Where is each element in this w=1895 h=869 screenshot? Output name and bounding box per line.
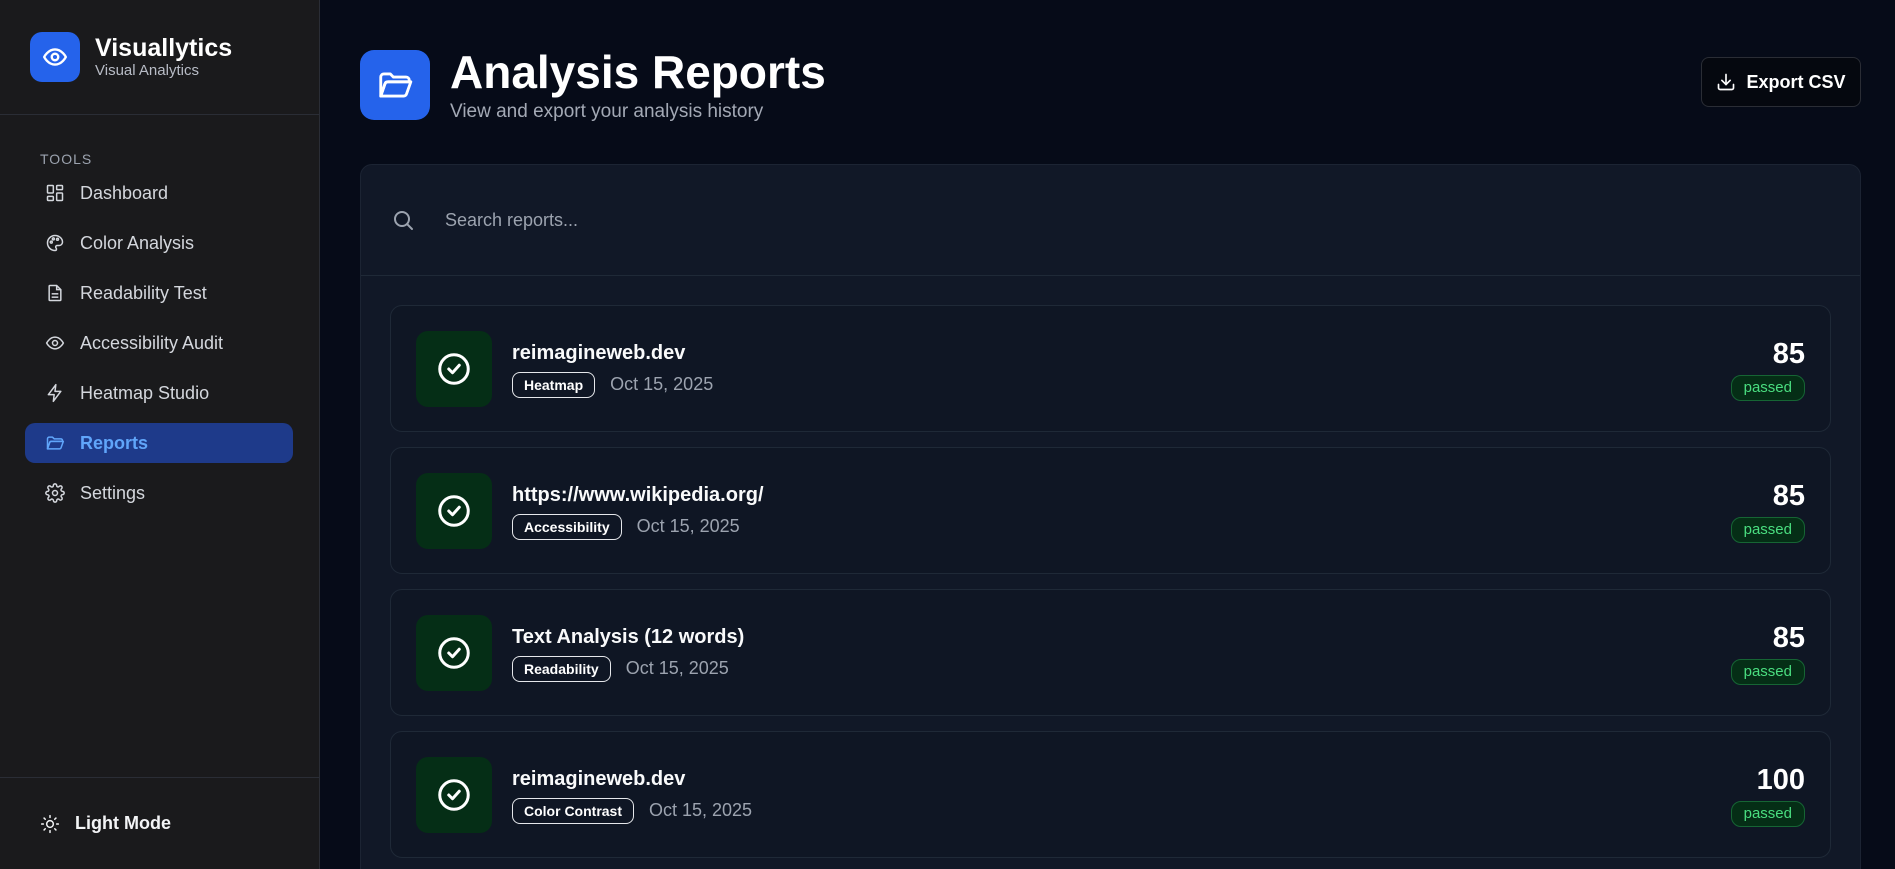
folder-icon xyxy=(46,436,65,450)
sidebar-item-label: Readability Test xyxy=(80,282,207,303)
download-icon xyxy=(1718,73,1735,91)
report-score: 85 xyxy=(1772,479,1805,512)
sidebar-nav: Dashboard Color Analysis Readability Tes… xyxy=(0,173,319,523)
sidebar: Visuallytics Visual Analytics TOOLS Dash… xyxy=(0,0,320,869)
sidebar-item-heatmap-studio[interactable]: Heatmap Studio xyxy=(25,373,293,413)
status-badge: passed xyxy=(1730,658,1805,685)
eye-icon xyxy=(45,336,65,350)
report-type-tag: Accessibility xyxy=(512,513,622,540)
check-circle-icon xyxy=(416,756,492,833)
search-icon xyxy=(394,211,413,230)
status-badge: passed xyxy=(1730,800,1805,827)
sidebar-item-label: Reports xyxy=(80,432,149,453)
check-circle-icon xyxy=(416,472,492,549)
sidebar-item-color-analysis[interactable]: Color Analysis xyxy=(25,223,293,263)
report-list: reimagineweb.dev Heatmap Oct 15, 2025 85… xyxy=(361,276,1860,858)
report-card[interactable]: reimagineweb.dev Heatmap Oct 15, 2025 85… xyxy=(390,305,1831,432)
sidebar-item-label: Heatmap Studio xyxy=(80,382,210,403)
report-score: 85 xyxy=(1772,337,1805,370)
brand-subtitle: Visual Analytics xyxy=(95,62,199,79)
report-type-tag: Heatmap xyxy=(512,371,596,398)
document-icon xyxy=(48,284,62,302)
folder-icon xyxy=(360,50,430,120)
sidebar-item-reports[interactable]: Reports xyxy=(25,423,293,463)
sidebar-item-accessibility-audit[interactable]: Accessibility Audit xyxy=(25,323,293,363)
report-date: Oct 15, 2025 xyxy=(636,516,740,536)
status-badge: passed xyxy=(1730,516,1805,543)
eye-icon xyxy=(30,32,80,82)
report-type-tag: Color Contrast xyxy=(512,797,634,824)
search-input[interactable] xyxy=(445,209,1045,231)
light-mode-label: Light Mode xyxy=(75,813,171,833)
brand-name: Visuallytics xyxy=(95,34,233,62)
check-circle-icon xyxy=(416,614,492,691)
report-card[interactable]: reimagineweb.dev Color Contrast Oct 15, … xyxy=(390,731,1831,858)
brand[interactable]: Visuallytics Visual Analytics xyxy=(0,0,319,115)
gear-icon xyxy=(45,483,65,503)
page-header: Analysis Reports View and export your an… xyxy=(360,46,826,124)
report-title: reimagineweb.dev xyxy=(512,341,686,364)
sidebar-item-label: Dashboard xyxy=(80,182,169,203)
report-type-tag: Readability xyxy=(512,655,611,682)
sidebar-item-label: Color Analysis xyxy=(80,232,195,253)
report-score: 100 xyxy=(1756,763,1805,796)
sidebar-item-settings[interactable]: Settings xyxy=(25,473,293,513)
sun-icon xyxy=(40,814,60,833)
report-title: https://www.wikipedia.org/ xyxy=(512,483,764,506)
page-title: Analysis Reports xyxy=(450,46,826,98)
section-label-tools: TOOLS xyxy=(40,151,93,167)
report-date: Oct 15, 2025 xyxy=(610,374,714,394)
search-bar xyxy=(361,165,1860,276)
reports-panel: reimagineweb.dev Heatmap Oct 15, 2025 85… xyxy=(360,164,1861,869)
report-title: reimagineweb.dev xyxy=(512,767,686,790)
report-title: Text Analysis (12 words) xyxy=(512,625,745,648)
export-csv-button[interactable]: Export CSV xyxy=(1701,57,1861,107)
sidebar-item-label: Settings xyxy=(80,482,146,503)
report-score: 85 xyxy=(1772,621,1805,654)
export-csv-label: Export CSV xyxy=(1746,71,1846,92)
sidebar-item-dashboard[interactable]: Dashboard xyxy=(25,173,293,213)
dashboard-icon xyxy=(46,184,64,202)
report-date: Oct 15, 2025 xyxy=(649,800,753,820)
report-date: Oct 15, 2025 xyxy=(625,658,729,678)
lightning-icon xyxy=(47,383,62,403)
report-card[interactable]: Text Analysis (12 words) Readability Oct… xyxy=(390,589,1831,716)
page-subtitle: View and export your analysis history xyxy=(450,101,764,122)
status-badge: passed xyxy=(1730,374,1805,401)
sidebar-item-label: Accessibility Audit xyxy=(80,332,224,353)
check-circle-icon xyxy=(416,330,492,407)
main-content: Analysis Reports View and export your an… xyxy=(320,0,1895,869)
report-card[interactable]: https://www.wikipedia.org/ Accessibility… xyxy=(390,447,1831,574)
light-mode-toggle[interactable]: Light Mode xyxy=(0,777,319,869)
sidebar-item-readability-test[interactable]: Readability Test xyxy=(25,273,293,313)
palette-icon xyxy=(46,234,64,252)
